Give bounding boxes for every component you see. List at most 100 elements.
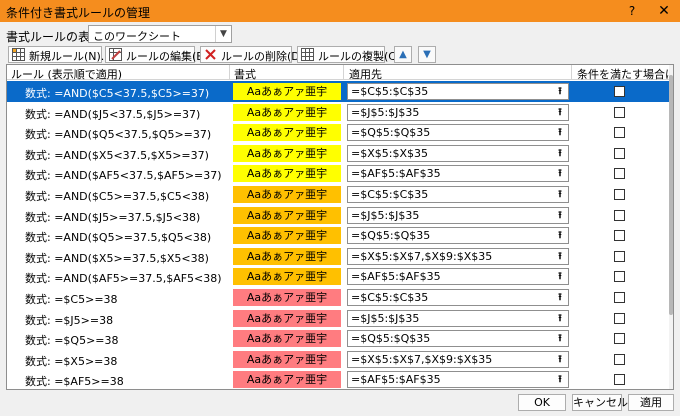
- applies-to-field[interactable]: =$Q$5:$Q$35 ⭱: [347, 227, 569, 245]
- delete-rule-button[interactable]: ルールの削除(D): [200, 46, 304, 63]
- help-icon[interactable]: ?: [622, 2, 642, 20]
- column-header-format: 書式: [234, 68, 256, 81]
- applies-to-field[interactable]: =$J$5:$J$35 ⭱: [347, 309, 569, 327]
- rule-formula: 数式: =AND($AF5<37.5,$AF5>=37): [25, 169, 222, 183]
- rule-formula: 数式: =$AF5>=38: [25, 375, 124, 389]
- range-select-icon[interactable]: ⭱: [553, 105, 567, 120]
- applies-to-field[interactable]: =$C$5:$C$35 ⭱: [347, 186, 569, 203]
- rule-formula: 数式: =$C5>=38: [25, 293, 118, 306]
- table-row[interactable]: 数式: =$C5>=38 Aaあぁアァ亜宇 =$C$5:$C$35 ⭱: [7, 287, 669, 308]
- move-down-button[interactable]: ▼: [418, 46, 436, 63]
- range-select-icon[interactable]: ⭱: [553, 372, 567, 387]
- table-row[interactable]: 数式: =AND($J5>=37.5,$J5<38) Aaあぁアァ亜宇 =$J$5:…: [7, 205, 669, 226]
- scrollbar-thumb[interactable]: [669, 75, 673, 315]
- range-select-icon[interactable]: ⭱: [553, 125, 567, 140]
- rule-formula: 数式: =AND($AF5>=37.5,$AF5<38): [25, 272, 222, 286]
- applies-to-field[interactable]: =$Q$5:$Q$35 ⭱: [347, 124, 569, 142]
- rule-formula: 数式: =$X5>=38: [25, 354, 118, 368]
- stop-if-true-checkbox[interactable]: [614, 86, 625, 97]
- applies-to-value: =$C$5:$C$35: [351, 291, 429, 304]
- duplicate-icon: [301, 48, 314, 61]
- cancel-button[interactable]: キャンセル: [572, 394, 628, 411]
- rule-formula: 数式: =AND($J5<37.5,$J5>=37): [25, 107, 201, 121]
- stop-if-true-checkbox[interactable]: [614, 230, 625, 242]
- range-select-icon[interactable]: ⭱: [553, 208, 567, 223]
- table-row[interactable]: 数式: =AND($Q5>=37.5,$Q5<38) Aaあぁアァ亜宇 =$Q$5:…: [7, 225, 669, 246]
- stop-if-true-checkbox[interactable]: [614, 271, 625, 283]
- duplicate-rule-button[interactable]: ルールの複製(C): [297, 46, 400, 63]
- format-preview: Aaあぁアァ亜宇: [233, 350, 341, 368]
- applies-to-field[interactable]: =$X$5:$X$7,$X$9:$X$35 ⭱: [347, 247, 569, 265]
- range-select-icon[interactable]: ⭱: [553, 146, 567, 161]
- rule-formula: 数式: =$J5>=38: [25, 313, 114, 327]
- new-rule-button[interactable]: 新規ルール(N)...: [8, 46, 111, 63]
- rule-formula: 数式: =AND($J5>=37.5,$J5<38): [25, 210, 201, 224]
- table-row[interactable]: 数式: =AND($J5<37.5,$J5>=37) Aaあぁアァ亜宇 =$J$5:…: [7, 102, 669, 123]
- table-row[interactable]: 数式: =AND($C5<37.5,$C5>=37) Aaあぁアァ亜宇 =$C$5:…: [7, 81, 669, 102]
- applies-to-field[interactable]: =$AF$5:$AF$35 ⭱: [347, 165, 569, 183]
- stop-if-true-checkbox[interactable]: [614, 209, 625, 221]
- stop-if-true-checkbox[interactable]: [614, 353, 625, 365]
- column-header-stop-if-true: 条件を満たす場合は停止: [577, 68, 673, 81]
- table-row[interactable]: 数式: =AND($X5<37.5,$X5>=37) Aaあぁアァ亜宇 =$X$5:…: [7, 143, 669, 164]
- move-up-button[interactable]: ▲: [394, 46, 412, 63]
- ok-button[interactable]: OK: [518, 394, 566, 411]
- range-select-icon[interactable]: ⭱: [553, 269, 567, 284]
- stop-if-true-checkbox[interactable]: [614, 292, 625, 303]
- stop-if-true-checkbox[interactable]: [614, 312, 625, 324]
- table-row[interactable]: 数式: =AND($X5>=37.5,$X5<38) Aaあぁアァ亜宇 =$X$5:…: [7, 246, 669, 267]
- table-row[interactable]: 数式: =$X5>=38 Aaあぁアァ亜宇 =$X$5:$X$7,$X$9:$X$3…: [7, 349, 669, 370]
- range-select-icon[interactable]: ⭱: [553, 290, 567, 305]
- applies-to-field[interactable]: =$X$5:$X$7,$X$9:$X$35 ⭱: [347, 350, 569, 368]
- apply-button[interactable]: 適用: [628, 394, 674, 411]
- applies-to-field[interactable]: =$J$5:$J$35 ⭱: [347, 206, 569, 224]
- format-preview: Aaあぁアァ亜宇: [233, 330, 341, 348]
- applies-to-field[interactable]: =$C$5:$C$35 ⭱: [347, 289, 569, 306]
- range-select-icon[interactable]: ⭱: [553, 311, 567, 326]
- range-select-icon[interactable]: ⭱: [553, 249, 567, 264]
- range-select-icon[interactable]: ⭱: [553, 352, 567, 367]
- table-row[interactable]: 数式: =AND($AF5>=37.5,$AF5<38) Aaあぁアァ亜宇 =$AF…: [7, 266, 669, 287]
- applies-to-field[interactable]: =$AF$5:$AF$35 ⭱: [347, 371, 569, 389]
- chevron-up-icon: ▲: [399, 49, 407, 60]
- edit-rule-button[interactable]: ルールの編集(E)...: [105, 46, 218, 63]
- scope-dropdown[interactable]: このワークシート ▼: [88, 25, 232, 43]
- format-preview: Aaあぁアァ亜宇: [233, 289, 341, 306]
- table-row[interactable]: 数式: =AND($AF5<37.5,$AF5>=37) Aaあぁアァ亜宇 =$AF…: [7, 163, 669, 184]
- applies-to-field[interactable]: =$Q$5:$Q$35 ⭱: [347, 330, 569, 348]
- vertical-scrollbar[interactable]: [669, 65, 673, 389]
- stop-if-true-checkbox[interactable]: [614, 250, 625, 262]
- stop-if-true-checkbox[interactable]: [614, 106, 625, 118]
- range-select-icon[interactable]: ⭱: [553, 166, 567, 181]
- stop-if-true-checkbox[interactable]: [614, 333, 625, 345]
- stop-if-true-checkbox[interactable]: [614, 147, 625, 159]
- stop-if-true-checkbox[interactable]: [614, 168, 625, 180]
- range-select-icon[interactable]: ⭱: [553, 187, 567, 202]
- format-preview: Aaあぁアァ亜宇: [233, 268, 341, 286]
- table-header: ルール (表示順で適用) 書式 適用先 条件を満たす場合は停止: [7, 65, 673, 81]
- table-row[interactable]: 数式: =$J5>=38 Aaあぁアァ亜宇 =$J$5:$J$35 ⭱: [7, 308, 669, 329]
- range-select-icon[interactable]: ⭱: [553, 228, 567, 243]
- stop-if-true-checkbox[interactable]: [614, 189, 625, 200]
- format-preview: Aaあぁアァ亜宇: [233, 186, 341, 203]
- applies-to-field[interactable]: =$AF$5:$AF$35 ⭱: [347, 268, 569, 286]
- rule-formula: 数式: =AND($C5>=37.5,$C5<38): [25, 190, 210, 203]
- column-header-rule: ルール (表示順で適用): [11, 68, 123, 81]
- applies-to-field[interactable]: =$X$5:$X$35 ⭱: [347, 144, 569, 162]
- table-row[interactable]: 数式: =AND($C5>=37.5,$C5<38) Aaあぁアァ亜宇 =$C$5:…: [7, 184, 669, 205]
- table-row[interactable]: 数式: =$Q5>=38 Aaあぁアァ亜宇 =$Q$5:$Q$35 ⭱: [7, 328, 669, 349]
- stop-if-true-checkbox[interactable]: [614, 127, 625, 139]
- table-row[interactable]: 数式: =$AF5>=38 Aaあぁアァ亜宇 =$AF$5:$AF$35 ⭱: [7, 369, 669, 389]
- rule-formula: 数式: =AND($X5>=37.5,$X5<38): [25, 251, 209, 265]
- delete-rule-label: ルールの削除(D): [221, 50, 305, 63]
- applies-to-field[interactable]: =$C$5:$C$35 ⭱: [347, 83, 569, 100]
- format-preview: Aaあぁアァ亜宇: [233, 371, 341, 389]
- applies-to-value: =$C$5:$C$35: [351, 85, 429, 98]
- table-row[interactable]: 数式: =AND($Q5<37.5,$Q5>=37) Aaあぁアァ亜宇 =$Q$5:…: [7, 122, 669, 143]
- stop-if-true-checkbox[interactable]: [614, 374, 625, 386]
- close-icon[interactable]: ✕: [654, 2, 674, 20]
- range-select-icon[interactable]: ⭱: [553, 331, 567, 346]
- title-bar: 条件付き書式ルールの管理 ? ✕: [0, 0, 680, 22]
- applies-to-field[interactable]: =$J$5:$J$35 ⭱: [347, 103, 569, 121]
- range-select-icon[interactable]: ⭱: [553, 84, 567, 99]
